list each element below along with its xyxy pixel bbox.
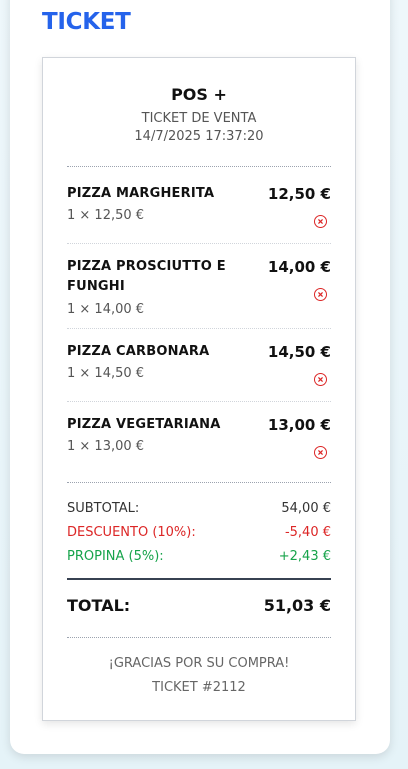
circle-x-icon [318,450,323,455]
item-name: PIZZA MARGHERITA [67,186,215,201]
circle-x-icon [318,219,323,224]
item-quantity: 1 × 13,00 € [67,439,145,454]
tip-label: PROPINA (5%): [67,549,164,564]
list-item: PIZZA PROSCIUTTO E FUNGHI 1 × 14,00 € 14… [67,257,331,329]
item-name: PIZZA PROSCIUTTO E FUNGHI [67,259,226,294]
discount-label: DESCUENTO (10%): [67,525,196,540]
remove-item-button[interactable] [314,215,327,228]
store-name: POS + [171,85,227,104]
divider [67,482,331,483]
receipt-header: POS + TICKET DE VENTA 14/7/2025 17:37:20 [43,85,355,146]
item-price: 13,00 € [267,416,331,434]
item-quantity: 1 × 14,00 € [67,302,145,317]
list-item: PIZZA CARBONARA 1 × 14,50 € 14,50 € [67,342,331,402]
ticket-type: TICKET DE VENTA [141,111,257,126]
divider [67,637,331,638]
list-item: PIZZA MARGHERITA 1 × 12,50 € 12,50 € [67,184,331,244]
item-price: 14,00 € [267,258,331,276]
remove-item-button[interactable] [314,373,327,386]
item-quantity: 1 × 14,50 € [67,366,145,381]
item-name: PIZZA CARBONARA [67,344,210,359]
discount-value: -5,40 € [284,525,331,540]
item-quantity: 1 × 12,50 € [67,208,145,223]
subtotal-value: 54,00 € [281,501,331,516]
item-price: 12,50 € [267,185,331,203]
remove-item-button[interactable] [314,288,327,301]
divider [67,166,331,167]
circle-x-icon [318,292,323,297]
subtotal-label: SUBTOTAL: [67,501,140,516]
list-item: PIZZA VEGETARIANA 1 × 13,00 € 13,00 € [67,415,331,474]
item-price: 14,50 € [267,343,331,361]
ticket-datetime: 14/7/2025 17:37:20 [134,129,264,144]
section-title: TICKET [42,9,131,35]
tip-value: +2,43 € [278,549,331,564]
ticket-number: TICKET #2112 [152,680,246,695]
total-value: 51,03 € [263,596,331,615]
thank-you-message: ¡GRACIAS POR SU COMPRA! [108,656,290,671]
remove-item-button[interactable] [314,446,327,459]
total-label: TOTAL: [67,596,131,615]
total-separator [67,578,331,580]
circle-x-icon [318,377,323,382]
item-name: PIZZA VEGETARIANA [67,417,221,432]
receipt: POS + TICKET DE VENTA 14/7/2025 17:37:20… [42,57,356,721]
